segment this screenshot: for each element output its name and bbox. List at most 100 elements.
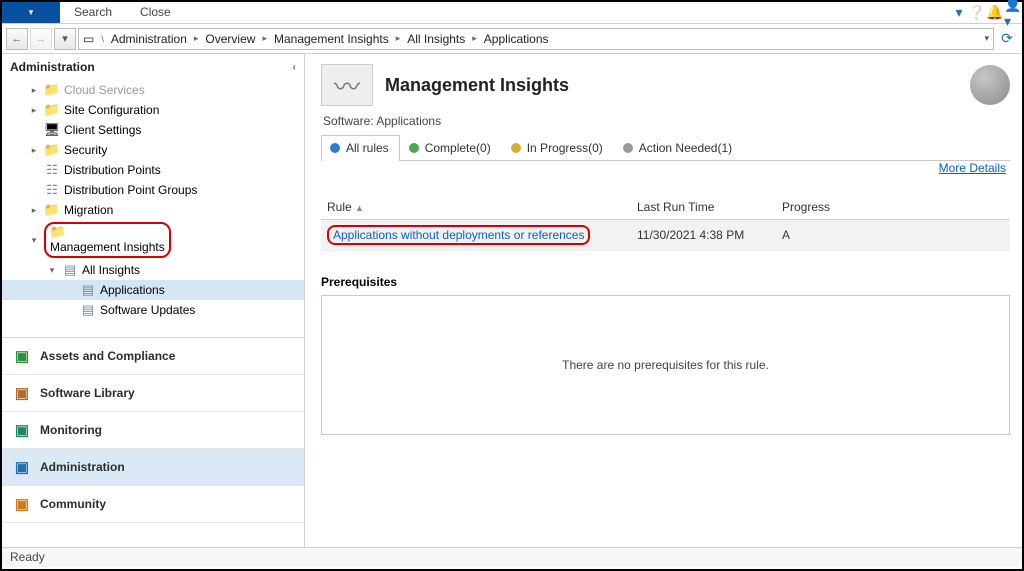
status-dot-icon [623,143,633,153]
folder-icon: 📁 [44,142,60,158]
workspace-label: Monitoring [40,423,102,437]
feedback-icon[interactable]: 👤▾ [1004,2,1022,23]
tab-row: All rules Complete(0) In Progress(0) Action… [321,134,1010,161]
tree-node-label: Distribution Points [64,163,161,177]
subtitle: Software: Applications [323,114,1010,128]
crumb-0[interactable]: Administration [111,32,187,46]
tree-node[interactable]: 🖥Client Settings [2,120,304,140]
crumb-4[interactable]: Applications [484,32,549,46]
left-panel: Administration ‹ ▸📁Cloud Services▸📁Site … [2,54,305,547]
expander-icon[interactable]: ▸ [28,205,40,216]
tree-node-label: Management Insights [50,240,165,254]
tree-node-label: Software Updates [100,303,195,317]
breadcrumb[interactable]: ▭ \ Administration▸ Overview▸ Management… [78,28,994,50]
tree-node-label: Cloud Services [64,83,145,97]
col-rule[interactable]: Rule ▲ [321,195,631,220]
back-button[interactable]: ← [6,28,28,50]
workspace-icon: ▣ [12,494,32,514]
distribution-icon: ☷ [44,162,60,178]
crumb-2[interactable]: Management Insights [274,32,389,46]
status-dot-icon [409,143,419,153]
expander-icon[interactable]: ▸ [28,145,40,156]
tree-node[interactable]: ▸ 📁 Site Configuration [2,100,304,120]
workspace-label: Software Library [40,386,135,400]
tree-node[interactable]: ☷ Distribution Points [2,160,304,180]
rule-link[interactable]: Applications without deployments or refe… [333,228,584,242]
status-dot-icon [511,143,521,153]
workspace-label: Administration [40,460,125,474]
tree-node[interactable]: ▾▤All Insights [2,260,304,280]
folder-icon: 📁 [50,224,66,240]
app-menu-button[interactable]: ▾ [2,2,60,23]
navigation-tree[interactable]: ▸📁Cloud Services▸📁Site Configuration🖥Cli… [2,78,304,338]
expander-icon[interactable]: ▸ [28,85,40,96]
main-split: Administration ‹ ▸📁Cloud Services▸📁Site … [2,54,1022,547]
folder-icon: 📁 [44,202,60,218]
prereq-panel: There are no prerequisites for this rule… [321,295,1010,435]
avatar [970,65,1010,105]
forward-button[interactable]: → [30,28,52,50]
col-last-run[interactable]: Last Run Time [631,195,776,220]
tree-node-label: Applications [100,283,165,297]
workspace-label: Community [40,497,106,511]
tab-label: All rules [346,141,389,155]
tree-node[interactable]: ▸📁Cloud Services [2,80,304,100]
col-progress[interactable]: Progress [776,195,1010,220]
ribbon-tab-search[interactable]: Search [60,2,126,23]
workspace-button[interactable]: ▣ Administration [2,449,304,486]
tab-label: Action Needed(1) [639,141,732,155]
tree-node[interactable]: ▸📁Security [2,140,304,160]
expander-icon[interactable]: ▾ [46,265,58,276]
workspace-icon: ▣ [12,457,32,477]
refresh-button[interactable]: ⟳ [996,28,1018,50]
status-dot-icon [330,143,340,153]
help-icon[interactable]: ❔ [968,2,986,23]
workspace-icon: ▣ [12,383,32,403]
left-panel-header: Administration ‹ [2,54,304,78]
tab[interactable]: In Progress(0) [502,135,614,161]
home-icon: ▭ [83,32,94,46]
address-bar: ← → ▾ ▭ \ Administration▸ Overview▸ Mana… [2,24,1022,54]
workspace-button[interactable]: ▣Assets and Compliance [2,338,304,375]
tab[interactable]: Action Needed(1) [614,135,743,161]
tree-node-label: Site Configuration [64,103,159,117]
workspace-button[interactable]: ▣ Monitoring [2,412,304,449]
more-details-link[interactable]: More Details [935,155,1010,181]
workspace-button[interactable]: ▣ Software Library [2,375,304,412]
client-icon: 🖥 [44,122,60,138]
tab[interactable]: Complete(0) [400,135,502,161]
page-title: Management Insights [385,75,569,96]
status-bar: Ready [2,547,1022,567]
chevron-down-icon[interactable]: ▾ [950,2,968,23]
sort-asc-icon: ▲ [355,203,364,213]
tree-node[interactable]: ▸ 📁 Migration [2,200,304,220]
tab-label: Complete(0) [425,141,491,155]
folder-icon: 📁 [44,102,60,118]
expander-icon[interactable]: ▾ [28,235,40,246]
address-dropdown-icon[interactable]: ▾ [984,33,989,44]
table-row[interactable]: Applications without deployments or refe… [321,220,1010,251]
ribbon: ▾ Search Close ▾ ❔ 🔔 👤▾ [2,2,1022,24]
tree-node[interactable]: ☷Distribution Point Groups [2,180,304,200]
tree-node[interactable]: ▤Software Updates [2,300,304,320]
tab-label: In Progress(0) [527,141,603,155]
management-insights-icon: 〰 [321,64,373,106]
expander-icon[interactable]: ▸ [28,105,40,116]
bell-icon[interactable]: 🔔 [986,2,1004,23]
status-text: Ready [10,550,45,564]
distribution-icon: ☷ [44,182,60,198]
collapse-icon[interactable]: ‹ [293,62,296,73]
crumb-1[interactable]: Overview [205,32,255,46]
tab[interactable]: All rules [321,135,400,161]
up-dropdown-button[interactable]: ▾ [54,28,76,50]
workspace-icon: ▣ [12,420,32,440]
tree-node-label: Migration [64,203,113,217]
rules-table: Rule ▲ Last Run Time Progress Applicatio… [321,195,1010,251]
ribbon-tab-close[interactable]: Close [126,2,185,23]
crumb-3[interactable]: All Insights [407,32,465,46]
tree-node[interactable]: ▾ 📁 Management Insights [2,220,304,260]
workspace-button[interactable]: ▣ Community [2,486,304,523]
cell-last-run: 11/30/2021 4:38 PM [631,220,776,251]
left-panel-title: Administration [10,60,95,74]
tree-node[interactable]: ▤Applications [2,280,304,300]
